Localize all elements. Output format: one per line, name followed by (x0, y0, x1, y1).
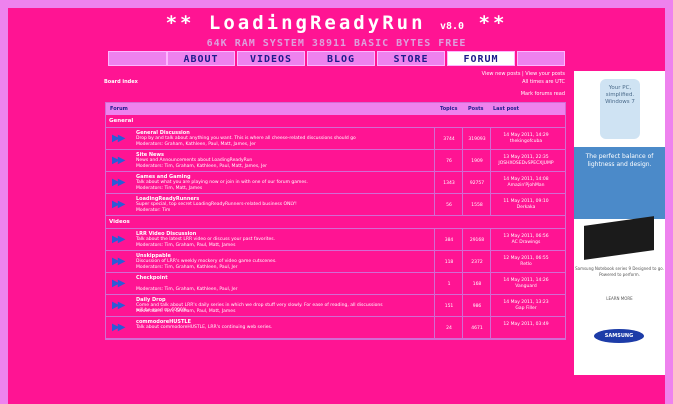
col-posts: Posts (468, 106, 484, 112)
forum-description: Talk about commodoreHUSTLE, LRR's contin… (136, 325, 273, 330)
forum-row: ▶▶ General Discussion Drop by and talk a… (106, 128, 565, 150)
forum-moderators[interactable]: Moderators: Tim, Graham, Kathleen, Paul,… (136, 265, 238, 270)
forum-table: Forum Topics Posts Last post General ▶▶ … (105, 102, 566, 340)
col-topics: Topics (440, 106, 458, 112)
posts-count: 29168 (469, 238, 485, 243)
forum-rows: General ▶▶ General Discussion Drop by an… (106, 115, 565, 339)
nav-blank-right (517, 51, 565, 66)
forum-description: Super special, top secret LoadingReadyRu… (136, 202, 297, 207)
topics-count: 24 (446, 326, 452, 331)
nav-videos[interactable]: VIDEOS (237, 51, 305, 66)
forum-description: News and Announcements about LoadingRead… (136, 158, 253, 163)
forum-moderators[interactable]: Moderator: Tim (136, 208, 170, 213)
nav-about[interactable]: ABOUT (167, 51, 235, 66)
topics-count: 76 (446, 159, 452, 164)
forum-arrow-icon: ▶▶ (112, 133, 125, 144)
col-last-post: Last post (493, 106, 520, 112)
sidebar-ad[interactable]: Your PC, simplified. Windows 7 The perfe… (574, 71, 665, 375)
forum-description: Drop by and talk about anything you want… (136, 136, 356, 141)
last-post[interactable]: 14 May 2011, 13:23 Gap Filler (496, 300, 556, 312)
forum-description: Talk about the latest LRR video or discu… (136, 237, 276, 242)
forum-moderators[interactable]: Moderators: Graham, Kathleen, Paul, Matt… (136, 142, 256, 147)
forum-arrow-icon: ▶▶ (112, 199, 125, 210)
last-post[interactable]: 14 May 2011, 14:29 thekingofcuba (496, 133, 556, 145)
posts-count: 986 (472, 304, 482, 309)
topics-count: 151 (444, 304, 454, 309)
last-post[interactable]: 12 May 2011, 03:49 (496, 322, 556, 328)
forum-arrow-icon: ▶▶ (112, 278, 125, 289)
nav-blog[interactable]: BLOG (307, 51, 375, 66)
posts-count: 168 (472, 282, 482, 287)
forum-moderators[interactable]: Moderators: Tim, Matt, James (136, 186, 202, 191)
posts-count: 2372 (471, 260, 483, 265)
mark-forums-read[interactable]: Mark forums read (521, 91, 565, 97)
view-posts-links[interactable]: View new posts | View your posts (482, 71, 565, 77)
topics-count: 3744 (443, 137, 455, 142)
forum-description: Talk about what you are playing now or j… (136, 180, 308, 185)
forum-row: ▶▶ Games and Gaming Talk about what you … (106, 172, 565, 194)
forum-row: ▶▶ Daily Drop Come and talk about LRR's … (106, 295, 565, 317)
forum-arrow-icon: ▶▶ (112, 300, 125, 311)
time-note: All times are UTC (522, 79, 565, 85)
nav-forum[interactable]: FORUM (447, 51, 515, 66)
forum-arrow-icon: ▶▶ (112, 155, 125, 166)
board-index-link[interactable]: Board index (104, 79, 138, 85)
last-post[interactable]: 13 May 2011, 06:56 AC Drawings (496, 234, 556, 246)
topics-count: 56 (446, 203, 452, 208)
windows-logo: Your PC, simplified. Windows 7 (600, 79, 640, 139)
table-header: Forum Topics Posts Last post (106, 103, 565, 115)
forum-row: ▶▶ LoadingReadyRunners Super special, to… (106, 194, 565, 216)
col-forum: Forum (110, 106, 128, 112)
forum-arrow-icon: ▶▶ (112, 177, 125, 188)
posts-count: 319093 (468, 137, 486, 142)
posts-count: 1909 (471, 159, 483, 164)
posts-count: 1558 (471, 203, 483, 208)
learn-more-button[interactable]: LEARN MORE (574, 296, 665, 302)
forum-row: ▶▶ Checkpoint Moderators: Tim, Graham, K… (106, 273, 565, 295)
topics-count: 1343 (443, 181, 455, 186)
forum-moderators[interactable]: Moderators: Tim, Graham, Paul, Matt, Jam… (136, 243, 235, 248)
topics-count: 384 (444, 238, 454, 243)
posts-count: 4671 (471, 326, 483, 331)
forum-title[interactable]: Checkpoint (136, 275, 168, 281)
ad-caption: Samsung Notebook series 9 Designed to go… (575, 266, 664, 277)
site-logo[interactable]: ** LoadingReadyRun v8.0 ** (8, 12, 665, 34)
nav-blank-left (108, 51, 167, 66)
laptop-image (584, 216, 654, 260)
posts-count: 92757 (469, 181, 485, 186)
forum-moderators[interactable]: Moderators: Tim, Graham, Kathleen, Paul,… (136, 164, 267, 169)
forum-moderators[interactable]: Moderators: Tim, Graham, Paul, Matt, Jam… (136, 309, 235, 314)
samsung-logo: SAMSUNG (594, 329, 644, 343)
ad-slogan: The perfect balance of lightness and des… (574, 147, 665, 219)
forum-row: ▶▶ Unskippable Discussion of LRR's weekl… (106, 251, 565, 273)
tagline: 64K RAM SYSTEM 38911 BASIC BYTES FREE (206, 38, 467, 49)
last-post[interactable]: 11 May 2011, 09:10 Derkaka (496, 199, 556, 211)
topics-count: 1 (447, 282, 451, 287)
last-post[interactable]: 14 May 2011, 14:26 Vanguard (496, 278, 556, 290)
forum-arrow-icon: ▶▶ (112, 234, 125, 245)
forum-row: ▶▶ commodoreHUSTLE Talk about commodoreH… (106, 317, 565, 339)
forum-arrow-icon: ▶▶ (112, 256, 125, 267)
forum-arrow-icon: ▶▶ (112, 322, 125, 333)
forum-description: Discussion of LRR's weekly mockery of vi… (136, 259, 277, 264)
page-container: ** LoadingReadyRun v8.0 ** 64K RAM SYSTE… (8, 8, 665, 404)
topics-count: 118 (444, 260, 454, 265)
forum-row: ▶▶ LRR Video Discussion Talk about the l… (106, 229, 565, 251)
category-header[interactable]: General (106, 115, 565, 128)
last-post[interactable]: 14 May 2011, 14:08 Amazin'PjohMan (496, 177, 556, 189)
forum-row: ▶▶ Site News News and Announcements abou… (106, 150, 565, 172)
last-post[interactable]: 12 May 2011, 06:55 Retlo (496, 256, 556, 268)
category-header[interactable]: Videos (106, 216, 565, 229)
last-post[interactable]: 13 May 2011, 22:35 JOSHXOSEDvSPECXJUMP (496, 155, 556, 167)
forum-moderators[interactable]: Moderators: Tim, Graham, Kathleen, Paul,… (136, 287, 238, 292)
nav-store[interactable]: STORE (377, 51, 445, 66)
